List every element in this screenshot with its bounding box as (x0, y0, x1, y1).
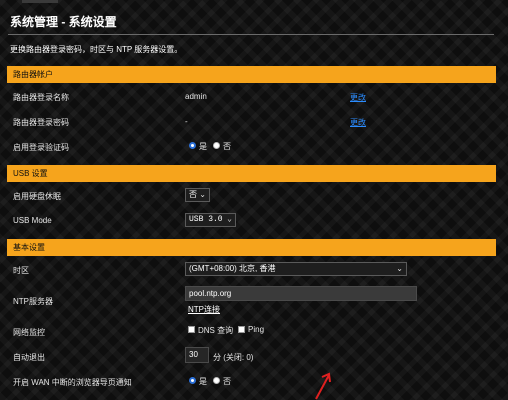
timezone-selected-value: (GMT+08:00) 北京, 香港 (189, 264, 276, 273)
ntp-server-label: NTP服务器 (13, 297, 53, 306)
captcha-label: 启用登录验证码 (13, 143, 69, 152)
top-strip (22, 0, 58, 3)
page-background (0, 0, 508, 400)
ntp-link[interactable]: NTP连接 (188, 304, 220, 315)
hdd-sleep-select[interactable]: 否 ⌄ (185, 188, 210, 202)
wan-notify-yes-label: 是 (199, 377, 207, 386)
password-value: - (185, 117, 188, 126)
ntp-server-input[interactable]: pool.ntp.org (185, 286, 417, 301)
chevron-down-icon: ⌄ (227, 215, 232, 224)
wan-notify-no-label: 否 (223, 377, 231, 386)
usb-mode-label: USB Mode (13, 216, 52, 225)
section-header-usb: USB 设置 (7, 165, 496, 182)
usb-mode-select[interactable]: USB 3.0 ⌄ (185, 213, 236, 227)
wan-notify-label: 开启 WAN 中断的浏览器导页通知 (13, 378, 132, 387)
ping-checkbox[interactable] (238, 326, 245, 333)
dns-query-label: DNS 查询 (198, 326, 234, 335)
auto-logout-unit: 分 (关闭: 0) (213, 353, 254, 362)
section-header-basic: 基本设置 (7, 239, 496, 256)
chevron-down-icon: ⌄ (199, 190, 206, 199)
page-title: 系统管理 - 系统设置 (10, 15, 117, 29)
title-divider (8, 34, 494, 35)
captcha-no-label: 否 (223, 142, 231, 151)
chevron-down-icon: ⌄ (396, 264, 403, 273)
ping-label: Ping (248, 325, 265, 334)
wan-notify-no-radio[interactable] (213, 377, 220, 384)
dns-query-checkbox[interactable] (188, 326, 195, 333)
login-name-label: 路由器登录名称 (13, 93, 69, 102)
hdd-sleep-selected-value: 否 (189, 190, 197, 199)
change-password-link[interactable]: 更改 (350, 117, 366, 128)
network-monitor-label: 网络监控 (13, 328, 45, 337)
auto-logout-input[interactable]: 30 (185, 347, 209, 363)
timezone-label: 时区 (13, 266, 29, 275)
annotation-arrow-icon (315, 372, 331, 400)
page-description: 更换路由器登录密码，时区与 NTP 服务器设置。 (10, 45, 183, 54)
wan-notify-yes-radio[interactable] (189, 377, 196, 384)
change-login-name-link[interactable]: 更改 (350, 92, 366, 103)
auto-logout-label: 自动退出 (13, 353, 45, 362)
captcha-yes-radio[interactable] (189, 142, 196, 149)
usb-mode-selected-value: USB 3.0 (189, 215, 223, 224)
timezone-select[interactable]: (GMT+08:00) 北京, 香港 ⌄ (185, 262, 407, 276)
captcha-no-radio[interactable] (213, 142, 220, 149)
section-header-router-account: 路由器帐户 (7, 66, 496, 83)
hdd-sleep-label: 启用硬盘休眠 (13, 192, 61, 201)
login-name-value: admin (185, 92, 207, 101)
password-label: 路由器登录密码 (13, 118, 69, 127)
captcha-yes-label: 是 (199, 142, 207, 151)
